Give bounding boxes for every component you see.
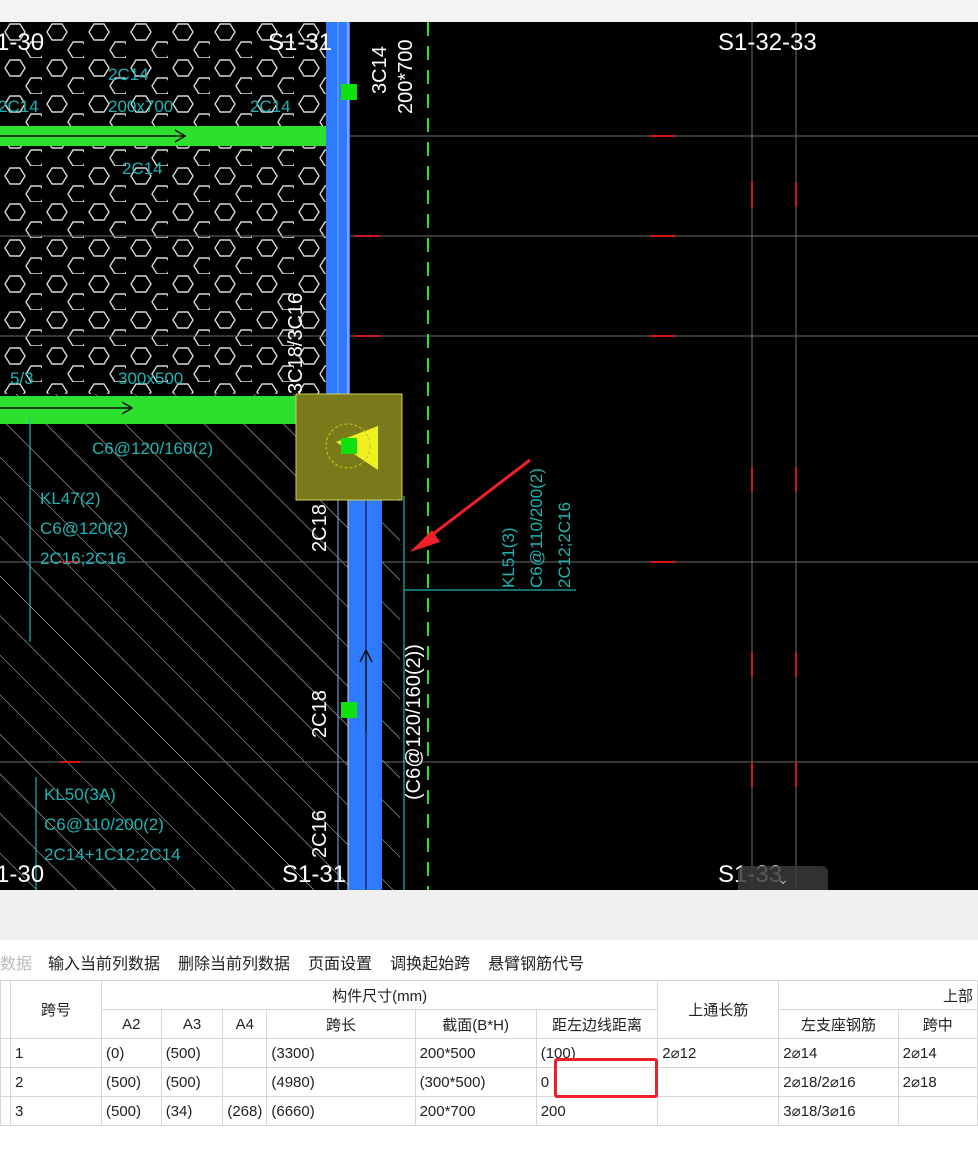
cell-span-length[interactable]: (6660)	[266, 1096, 416, 1126]
anno-long-stirrup: (C6@120/160(2))	[403, 644, 425, 800]
cell-section[interactable]: 200*500	[414, 1038, 537, 1068]
anno-col-bar-2c16: 2C16	[309, 810, 331, 858]
panel-separator	[0, 890, 978, 940]
axis-label-top-left: 1-30	[0, 29, 44, 56]
window-top-strip	[0, 0, 978, 22]
header-member-size: 构件尺寸(mm)	[100, 980, 659, 1010]
toolbar-swap-start-span[interactable]: 调换起始跨	[390, 950, 470, 974]
anno-mid-beam-left: 5/3	[10, 369, 34, 388]
cell-top-through[interactable]	[657, 1067, 780, 1097]
bottom-margin	[0, 1130, 978, 1158]
anno-kl50-name: KL50(3A)	[44, 785, 116, 804]
cell-section[interactable]: (300*500)	[414, 1067, 537, 1097]
header-mid-span: 跨中	[897, 1009, 978, 1039]
anno-kl51-name: KL51(3)	[499, 528, 518, 588]
cell-section[interactable]: 200*700	[414, 1096, 537, 1126]
anno-mid-beam-stirrup: C6@120/160(2)	[92, 439, 213, 458]
cell-span-no[interactable]: 2	[9, 1067, 102, 1097]
row-handle[interactable]	[0, 1038, 11, 1068]
toolbar-page-setup[interactable]: 页面设置	[308, 950, 372, 974]
anno-kl51-bars: 2C12;2C16	[555, 502, 574, 588]
anno-col-bar-2c18-b: 2C18	[309, 690, 331, 738]
row-handle[interactable]	[0, 1096, 11, 1126]
axis-label-top-right: S1-32-33	[718, 29, 817, 56]
anno-top-beam-2c14-b: 2C14	[0, 97, 39, 116]
cell-span-no[interactable]: 3	[9, 1096, 102, 1126]
highlight-box	[554, 1058, 658, 1098]
anno-kl47-bars: 2C16;2C16	[40, 549, 126, 568]
anno-top-beam-2c14-c: 2C14	[250, 97, 291, 116]
header-top-through: 上通长筋	[657, 980, 780, 1039]
cell-a2[interactable]: (500)	[100, 1067, 162, 1097]
toolbar-delete-column[interactable]: 删除当前列数据	[178, 950, 290, 974]
cell-span-no[interactable]: 1	[9, 1038, 102, 1068]
grid-toolbar: 数据 输入当前列数据 删除当前列数据 页面设置 调换起始跨 悬臂钢筋代号	[0, 944, 978, 980]
anno-vertical-200x700: 200*700	[395, 39, 417, 114]
anno-vertical-3c14: 3C14	[369, 46, 391, 94]
node-square-low[interactable]	[341, 702, 357, 718]
header-a3: A3	[160, 1009, 224, 1039]
toolbar-partial-item[interactable]: 数据	[0, 950, 32, 974]
row-header-corner	[0, 980, 11, 1039]
table-row: 3 (500) (34) (268) (6660) 200*700 200 3⌀…	[0, 1096, 978, 1126]
header-upper-group: 上部	[778, 980, 978, 1010]
anno-col-bar-2c18-a: 2C18	[309, 504, 331, 552]
chevron-down-icon: ⌄	[777, 871, 789, 887]
anno-kl50-stirrup: C6@110/200(2)	[44, 815, 164, 834]
anno-top-beam-2c14-d: 2C14	[122, 159, 163, 178]
anno-top-beam-size: 200x700	[108, 97, 173, 116]
slab-hex-region	[0, 22, 330, 394]
axis-label-top-mid: S1-31	[268, 29, 332, 56]
cell-left-support[interactable]: 3⌀18/3⌀16	[778, 1096, 899, 1126]
row-handle[interactable]	[0, 1067, 11, 1097]
cell-mid-span[interactable]	[897, 1096, 978, 1126]
toolbar-cantilever-code[interactable]: 悬臂钢筋代号	[488, 950, 584, 974]
cell-left-edge-dist[interactable]: 200	[535, 1096, 659, 1126]
header-left-edge-dist: 距左边线距离	[535, 1009, 659, 1039]
cell-left-support[interactable]: 2⌀14	[778, 1038, 899, 1068]
table-row: 1 (0) (500) (3300) 200*500 (100) 2⌀12 2⌀…	[0, 1038, 978, 1068]
span-data-grid: 跨号 构件尺寸(mm) 上通长筋 上部 A2 A3 A4 跨长 截面(B*H) …	[0, 980, 978, 1130]
toolbar-input-column[interactable]: 输入当前列数据	[48, 950, 160, 974]
cell-mid-span[interactable]: 2⌀18	[897, 1067, 978, 1097]
anno-kl47-name: KL47(2)	[40, 489, 100, 508]
axis-label-bottom-left: 1-30	[0, 861, 44, 888]
anno-mid-beam-size: 300x500	[118, 369, 183, 388]
node-square-top[interactable]	[341, 84, 357, 100]
cell-span-length[interactable]: (3300)	[266, 1038, 416, 1068]
cell-a3[interactable]: (500)	[160, 1038, 224, 1068]
cell-a3[interactable]: (500)	[160, 1067, 224, 1097]
header-span-no: 跨号	[9, 980, 102, 1039]
header-span-length: 跨长	[266, 1009, 416, 1039]
cell-a3[interactable]: (34)	[160, 1096, 224, 1126]
cell-a2[interactable]: (500)	[100, 1096, 162, 1126]
header-a2: A2	[100, 1009, 162, 1039]
cell-left-support[interactable]: 2⌀18/2⌀16	[778, 1067, 899, 1097]
anno-kl47-stirrup: C6@120(2)	[40, 519, 128, 538]
axis-label-bottom-mid: S1-31	[282, 861, 346, 888]
anno-top-beam-2c14-a: 2C14	[108, 65, 149, 84]
anno-vertical-3c18-3c16: 3C18/3C16	[285, 293, 307, 394]
node-square-mid[interactable]	[341, 438, 357, 454]
cell-top-through[interactable]: 2⌀12	[657, 1038, 780, 1068]
cell-a2[interactable]: (0)	[100, 1038, 162, 1068]
cell-a4[interactable]	[222, 1038, 268, 1068]
header-left-support: 左支座钢筋	[778, 1009, 899, 1039]
cell-top-through[interactable]	[657, 1096, 780, 1126]
anno-kl51-stirrup: C6@110/200(2)	[527, 468, 546, 588]
header-section: 截面(B*H)	[414, 1009, 537, 1039]
cell-span-length[interactable]: (4980)	[266, 1067, 416, 1097]
beam-mid-green[interactable]	[0, 396, 330, 424]
cell-mid-span[interactable]: 2⌀14	[897, 1038, 978, 1068]
collapse-panel-tab[interactable]: ⌄	[738, 866, 828, 892]
anno-kl50-bars: 2C14+1C12;2C14	[44, 845, 181, 864]
table-row: 2 (500) (500) (4980) (300*500) 0 2⌀18/2⌀…	[0, 1067, 978, 1097]
beam-vertical-blue-lower[interactable]	[348, 492, 382, 890]
cad-drawing-canvas[interactable]: 1-30 S1-31 S1-32-33 1-30 S1-31 S1-33 2C1…	[0, 22, 978, 890]
header-a4: A4	[222, 1009, 268, 1039]
cell-a4[interactable]	[222, 1067, 268, 1097]
cell-a4[interactable]: (268)	[222, 1096, 268, 1126]
